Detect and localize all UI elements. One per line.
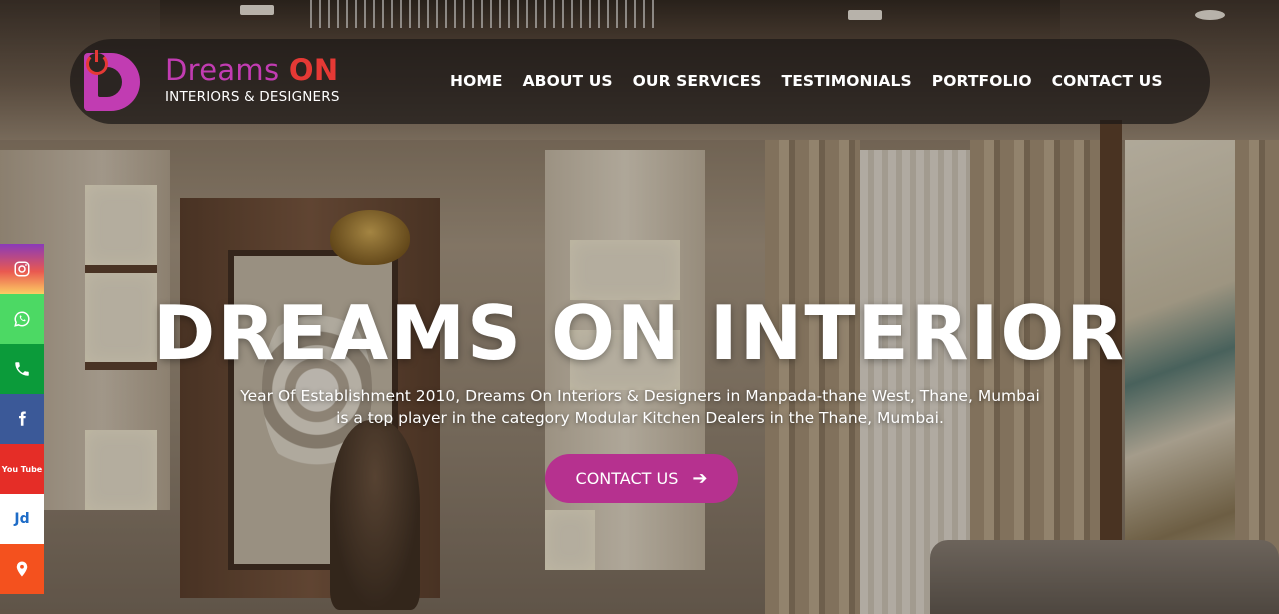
social-justdial[interactable]: Jd	[0, 494, 44, 544]
main-menu: HOME ABOUT US OUR SERVICES TESTIMONIALS …	[450, 39, 1163, 124]
nav-link-about-us[interactable]: ABOUT US	[523, 72, 613, 90]
navbar: Dreams ON INTERIORS & DESIGNERS HOME ABO…	[70, 39, 1210, 124]
menu-item-about: ABOUT US	[523, 72, 613, 91]
social-sidebar: You Tube Jd	[0, 244, 44, 594]
phone-icon	[15, 362, 29, 376]
youtube-icon: You Tube	[1, 464, 43, 474]
whatsapp-icon	[14, 311, 30, 327]
justdial-icon: Jd	[14, 511, 30, 527]
social-youtube[interactable]: You Tube	[0, 444, 44, 494]
menu-item-portfolio: PORTFOLIO	[932, 72, 1032, 91]
social-facebook[interactable]	[0, 394, 44, 444]
nav-link-portfolio[interactable]: PORTFOLIO	[932, 72, 1032, 90]
menu-item-testimonials: TESTIMONIALS	[782, 72, 912, 91]
social-instagram[interactable]	[0, 244, 44, 294]
hero-title: DREAMS ON INTERIOR	[153, 289, 1126, 377]
contact-us-button-label: CONTACT US	[575, 469, 679, 488]
facebook-icon	[19, 411, 26, 426]
nav-link-testimonials[interactable]: TESTIMONIALS	[782, 72, 912, 90]
instagram-icon	[14, 261, 30, 277]
brand-logo-icon[interactable]	[84, 50, 144, 113]
arrow-right-icon: ➔	[692, 468, 708, 489]
brand-text[interactable]: Dreams ON INTERIORS & DESIGNERS	[165, 53, 340, 105]
menu-item-home: HOME	[450, 72, 503, 91]
contact-us-button[interactable]: CONTACT US ➔	[545, 454, 738, 503]
hero-description: Year Of Establishment 2010, Dreams On In…	[240, 387, 1040, 427]
menu-item-services: OUR SERVICES	[633, 72, 762, 91]
brand-name: Dreams ON	[165, 53, 340, 87]
social-whatsapp[interactable]	[0, 294, 44, 344]
nav-link-our-services[interactable]: OUR SERVICES	[633, 72, 762, 90]
power-icon-line	[95, 50, 98, 62]
brand-tagline: INTERIORS & DESIGNERS	[165, 89, 340, 105]
brand-name-dreams: Dreams	[165, 53, 289, 87]
social-location[interactable]	[0, 544, 44, 594]
menu-item-contact: CONTACT US	[1052, 72, 1163, 91]
brand-name-on: ON	[288, 53, 339, 87]
nav-link-home[interactable]: HOME	[450, 72, 503, 90]
social-phone[interactable]	[0, 344, 44, 394]
nav-link-contact-us[interactable]: CONTACT US	[1052, 72, 1163, 90]
location-pin-icon	[16, 561, 28, 577]
